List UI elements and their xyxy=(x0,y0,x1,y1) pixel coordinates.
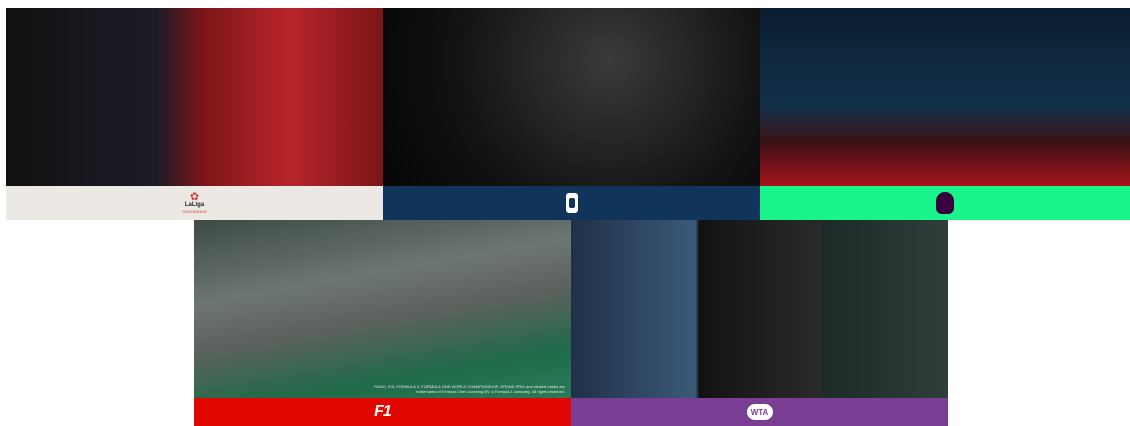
laliga-band: ✿ LaLiga SANTANDER xyxy=(6,186,383,220)
f1-trademark-fineprint: RADO, FIA, FORMULA 1, FORMULA ONE WORLD … xyxy=(374,384,565,394)
premier-league-band xyxy=(760,186,1130,220)
laliga-logo-word: LaLiga xyxy=(184,202,205,208)
wta-band: WTA xyxy=(571,398,948,426)
laliga-logo-sub: SANTANDER xyxy=(182,209,207,214)
f1-race-photo xyxy=(194,220,571,398)
laliga-tile[interactable]: ✿ LaLiga SANTANDER xyxy=(6,8,383,220)
wta-players-photo xyxy=(571,220,948,398)
premier-league-tile[interactable] xyxy=(760,8,1130,220)
seriea-player-photo xyxy=(383,8,760,186)
f1-tile[interactable]: RADO, FIA, FORMULA 1, FORMULA ONE WORLD … xyxy=(194,220,571,426)
seriea-logo-icon xyxy=(565,193,578,213)
seriea-band xyxy=(383,186,760,220)
laliga-players-photo xyxy=(6,8,383,186)
seriea-tile[interactable] xyxy=(383,8,760,220)
wta-tile[interactable]: WTA xyxy=(571,220,948,426)
f1-band: F1 xyxy=(194,398,571,426)
laliga-logo: ✿ LaLiga SANTANDER xyxy=(182,191,207,215)
wta-logo: WTA xyxy=(746,404,773,420)
premier-league-player-photo xyxy=(760,8,1130,186)
premier-league-lion-icon xyxy=(936,192,954,214)
f1-logo: F1 xyxy=(374,403,392,420)
laliga-logo-icon: ✿ xyxy=(189,191,200,203)
